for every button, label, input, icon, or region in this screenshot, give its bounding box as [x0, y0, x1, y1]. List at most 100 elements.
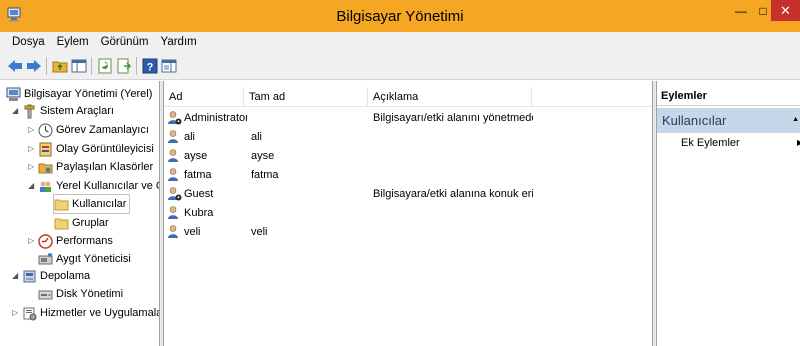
tree-item-groups[interactable]: Gruplar [54, 214, 109, 232]
description-cell [373, 222, 533, 241]
full-name-cell: ali [251, 130, 263, 143]
tools-icon [22, 104, 37, 119]
tree-item-label: Hizmetler ve Uygulamalar [40, 307, 160, 319]
show-action-pane-icon[interactable] [160, 57, 178, 75]
collapse-arrow-icon[interactable]: ◢ [28, 182, 36, 190]
column-header-name[interactable]: Ad [164, 87, 244, 107]
user-name: Guest [184, 187, 214, 200]
users-list-view: Ad Tam ad Açıklama Administrator Bilgisa… [163, 81, 653, 346]
tree-item-system-tools[interactable]: Sistem Araçları [22, 102, 114, 120]
table-row[interactable]: ali ali [164, 127, 652, 146]
tree-item-task-scheduler[interactable]: Görev Zamanlayıcı [38, 121, 149, 139]
expand-arrow-icon[interactable]: ▷ [28, 145, 36, 153]
user-icon [168, 111, 182, 125]
tree-item-label: Sistem Araçları [40, 105, 114, 117]
minimize-button[interactable]: — [727, 0, 755, 21]
tree-item-label: Bilgisayar Yönetimi (Yerel) [24, 88, 153, 100]
svg-text:?: ? [147, 62, 154, 74]
tree-item-label: Olay Görüntüleyicisi [56, 143, 154, 155]
tree-item-label: Aygıt Yöneticisi [56, 253, 131, 265]
tree-item-users[interactable]: Kullanıcılar [52, 194, 131, 214]
users-icon [38, 179, 53, 194]
tree-item-storage[interactable]: Depolama [22, 267, 90, 285]
actions-pane-title: Eylemler [657, 87, 800, 106]
expand-arrow-icon[interactable]: ▷ [28, 163, 36, 171]
folder-icon [54, 216, 69, 231]
tree-item-label: Gruplar [72, 217, 109, 229]
expand-arrow-icon[interactable]: ▷ [28, 237, 36, 245]
expand-arrow-icon[interactable]: ▷ [28, 126, 36, 134]
table-row[interactable]: ayse ayse [164, 146, 652, 165]
table-row[interactable]: fatma fatma [164, 165, 652, 184]
disk-icon [38, 287, 53, 302]
title-bar: Bilgisayar Yönetimi — □ ✕ [0, 0, 800, 32]
services-icon [22, 306, 37, 321]
close-button[interactable]: ✕ [771, 0, 800, 21]
column-header-description[interactable]: Açıklama [368, 87, 532, 107]
tree-item-services-applications[interactable]: Hizmetler ve Uygulamalar [22, 304, 160, 322]
shared-folder-icon [38, 160, 53, 175]
menu-eylem[interactable]: Eylem [51, 36, 95, 48]
description-cell [373, 203, 533, 222]
toolbar: ? [0, 52, 800, 80]
tree-item-shared-folders[interactable]: Paylaşılan Klasörler [38, 158, 153, 176]
column-header-full-name[interactable]: Tam ad [244, 87, 368, 107]
tree-item-label: Paylaşılan Klasörler [56, 161, 154, 173]
description-cell [373, 165, 533, 184]
user-name: Administrator [184, 111, 247, 124]
user-name: ali [184, 130, 196, 143]
name-cell: ali [167, 127, 247, 146]
table-row[interactable]: veli veli [164, 222, 652, 241]
menu-yardim[interactable]: Yardım [155, 36, 203, 48]
toolbar-separator [91, 57, 92, 75]
storage-icon [22, 269, 37, 284]
tree-item-local-users-groups[interactable]: Yerel Kullanıcılar ve Gru [38, 177, 159, 195]
name-cell: veli [167, 222, 247, 241]
user-icon [168, 225, 178, 238]
action-more-actions[interactable]: Ek Eylemler [681, 134, 740, 152]
collapse-arrow-icon[interactable]: ◢ [12, 107, 20, 115]
menu-gorunum[interactable]: Görünüm [95, 36, 155, 48]
actions-section-header[interactable]: Kullanıcılar ▲ [657, 108, 800, 133]
performance-icon [38, 233, 53, 249]
event-viewer-icon [38, 142, 53, 157]
description-cell [373, 127, 533, 146]
table-row[interactable]: Administrator Bilgisayarı/etki alanını y… [164, 108, 652, 127]
toolbar-separator [46, 57, 47, 75]
collapse-up-icon[interactable]: ▲ [792, 116, 799, 123]
tree-item-disk-management[interactable]: Disk Yönetimi [38, 285, 123, 303]
up-folder-icon[interactable] [51, 57, 69, 75]
refresh-icon[interactable] [96, 57, 114, 75]
description-cell: Bilgisayara/etki alanına konuk eriş... [373, 187, 533, 200]
maximize-button[interactable]: □ [755, 0, 771, 21]
name-cell: Guest [167, 184, 247, 203]
actions-pane: Eylemler Kullanıcılar ▲ Ek Eylemler ▶ [656, 81, 800, 346]
description-cell: Bilgisayarı/etki alanını yönetmede... [373, 111, 533, 124]
tree-item-label: Depolama [40, 270, 91, 282]
help-icon[interactable]: ? [141, 57, 159, 75]
tree-item-label: Performans [56, 235, 113, 247]
export-list-icon[interactable] [115, 57, 133, 75]
user-name: Kubra [184, 206, 214, 219]
full-name-cell [251, 184, 366, 203]
name-cell: Kubra [167, 203, 247, 222]
menu-bar: Dosya Eylem Görünüm Yardım [0, 32, 800, 52]
tree-item-computer-management[interactable]: Bilgisayar Yönetimi (Yerel) [6, 85, 152, 103]
table-row[interactable]: Kubra [164, 203, 652, 222]
tree-item-event-viewer[interactable]: Olay Görüntüleyicisi [38, 140, 154, 158]
tree-item-performance[interactable]: Performans [38, 232, 113, 250]
tree-item-label: Görev Zamanlayıcı [56, 124, 149, 136]
full-name-cell: ayse [251, 149, 275, 162]
full-name-cell: fatma [251, 168, 279, 181]
forward-arrow-icon[interactable] [25, 57, 43, 75]
tree-item-device-manager[interactable]: Aygıt Yöneticisi [38, 250, 131, 268]
name-cell: ayse [167, 146, 247, 165]
expand-arrow-icon[interactable]: ▷ [12, 309, 20, 317]
window-title: Bilgisayar Yönetimi [336, 8, 464, 25]
collapse-arrow-icon[interactable]: ◢ [12, 272, 20, 280]
menu-dosya[interactable]: Dosya [6, 36, 51, 48]
full-name-cell [251, 108, 366, 127]
show-hide-tree-icon[interactable] [70, 57, 88, 75]
back-arrow-icon[interactable] [6, 57, 24, 75]
table-row[interactable]: Guest Bilgisayara/etki alanına konuk eri… [164, 184, 652, 203]
